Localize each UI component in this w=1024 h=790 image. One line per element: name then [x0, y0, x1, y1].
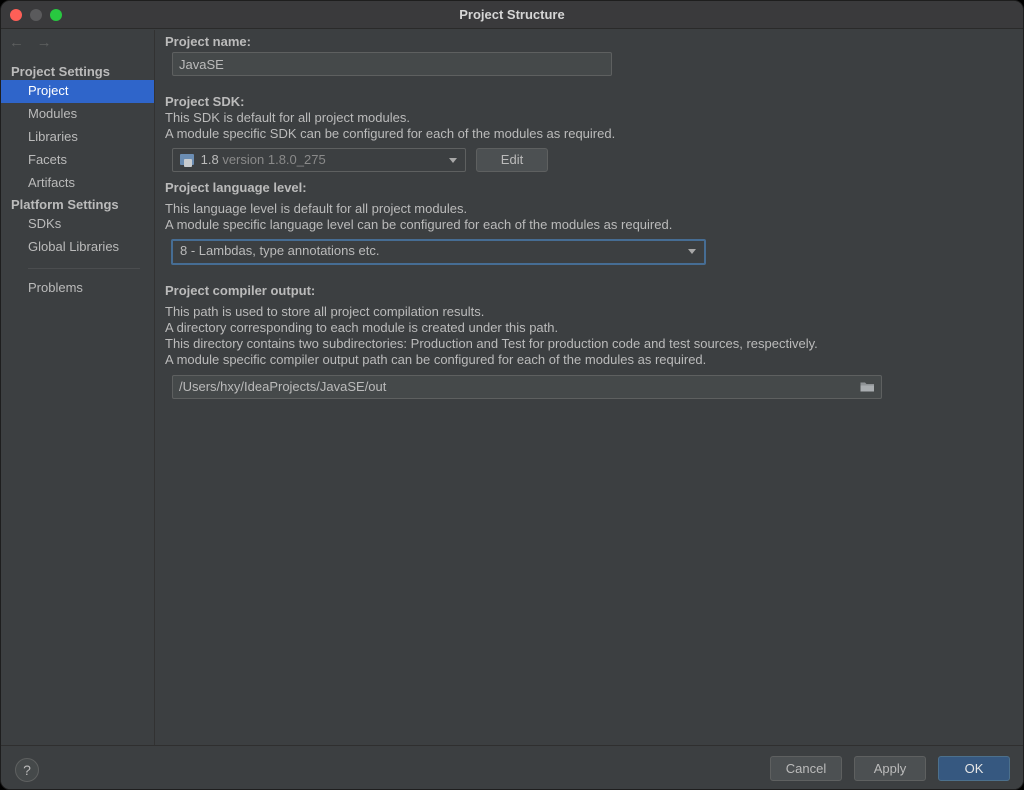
chevron-down-icon [688, 249, 696, 254]
compiler-output-desc-2: A directory corresponding to each module… [165, 320, 559, 335]
title-bar: Project Structure [1, 1, 1023, 29]
sidebar-item-global-libraries[interactable]: Global Libraries [1, 236, 154, 259]
cancel-button[interactable]: Cancel [770, 756, 842, 781]
language-level-desc-1: This language level is default for all p… [165, 201, 468, 216]
sdk-selected-version: version 1.8.0_275 [222, 152, 326, 167]
edit-sdk-button[interactable]: Edit [476, 148, 548, 172]
sidebar-item-modules[interactable]: Modules [1, 103, 154, 126]
compiler-output-desc-3: This directory contains two subdirectori… [165, 336, 818, 351]
language-level-selected: 8 - Lambdas, type annotations etc. [180, 243, 380, 258]
project-sdk-label: Project SDK: [165, 94, 245, 109]
compiler-output-path: /Users/hxy/IdeaProjects/JavaSE/out [179, 379, 387, 394]
project-sdk-desc-1: This SDK is default for all project modu… [165, 110, 410, 125]
window-title: Project Structure [459, 7, 565, 22]
language-level-label: Project language level: [165, 180, 307, 195]
nav-arrows: ← → [9, 34, 55, 52]
sidebar: ← → Project Settings Project Modules Lib… [1, 30, 155, 745]
chevron-down-icon [449, 158, 457, 163]
sidebar-item-problems[interactable]: Problems [1, 277, 154, 300]
compiler-output-label: Project compiler output: [165, 283, 316, 298]
project-settings-panel: Project name: Project SDK: This SDK is d… [156, 30, 1023, 745]
apply-button[interactable]: Apply [854, 756, 926, 781]
ok-button[interactable]: OK [938, 756, 1010, 781]
sdk-folder-icon [180, 154, 194, 167]
project-sdk-desc-2: A module specific SDK can be configured … [165, 126, 616, 141]
compiler-output-path-field[interactable]: /Users/hxy/IdeaProjects/JavaSE/out [172, 375, 882, 399]
project-structure-window: Project Structure ← → Project Settings P… [0, 0, 1024, 790]
sdk-selected-name: 1.8 [200, 152, 219, 167]
language-level-dropdown[interactable]: 8 - Lambdas, type annotations etc. [171, 239, 706, 265]
sidebar-item-project[interactable]: Project [1, 80, 154, 103]
language-level-desc-2: A module specific language level can be … [165, 217, 673, 232]
platform-settings-heading: Platform Settings [11, 197, 119, 212]
project-name-label: Project name: [165, 34, 251, 49]
forward-arrow-icon[interactable]: → [37, 34, 55, 51]
help-button[interactable]: ? [15, 758, 39, 782]
sidebar-divider [28, 268, 140, 269]
dialog-footer: ? Cancel Apply OK [1, 745, 1023, 789]
compiler-output-desc-1: This path is used to store all project c… [165, 304, 485, 319]
sidebar-item-facets[interactable]: Facets [1, 149, 154, 172]
sidebar-item-sdks[interactable]: SDKs [1, 213, 154, 236]
project-name-input[interactable] [172, 52, 612, 76]
compiler-output-desc-4: A module specific compiler output path c… [165, 352, 707, 367]
project-settings-heading: Project Settings [11, 64, 110, 79]
sidebar-item-libraries[interactable]: Libraries [1, 126, 154, 149]
browse-folder-icon[interactable] [860, 381, 875, 392]
sidebar-item-artifacts[interactable]: Artifacts [1, 172, 154, 195]
project-sdk-dropdown[interactable]: 1.8 version 1.8.0_275 [172, 148, 466, 172]
back-arrow-icon[interactable]: ← [9, 34, 27, 51]
